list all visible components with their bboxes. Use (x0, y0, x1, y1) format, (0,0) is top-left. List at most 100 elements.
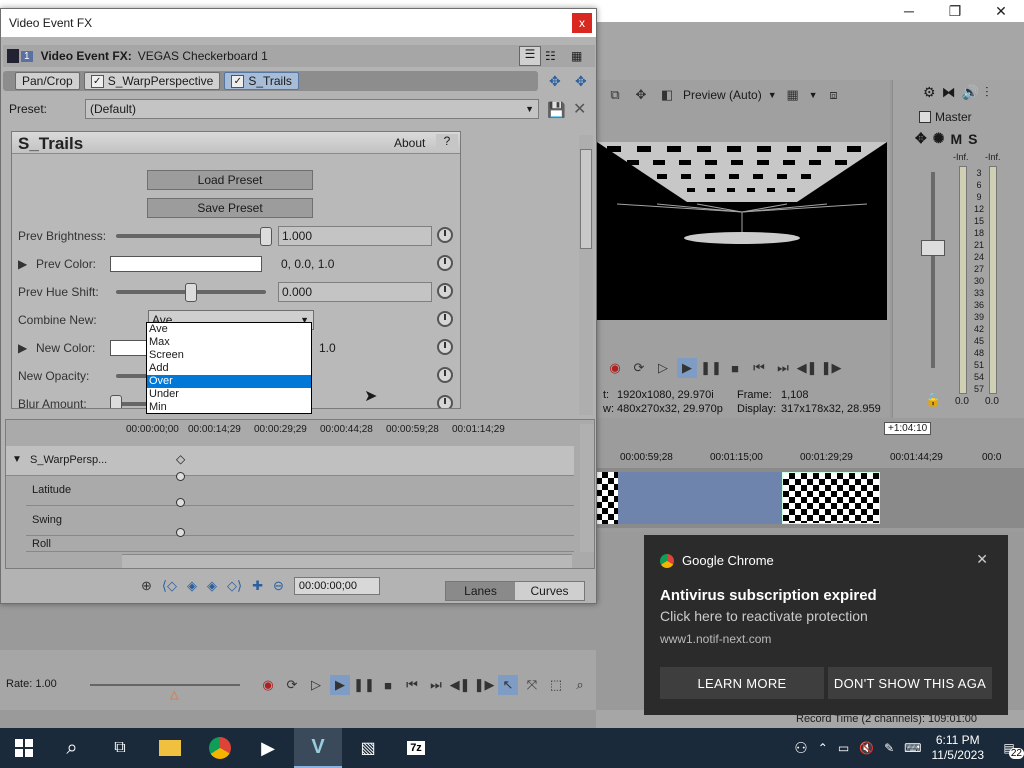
animate-clock-icon[interactable] (437, 311, 453, 327)
animate-clock-icon[interactable] (437, 367, 453, 383)
chrome-taskbar-icon[interactable] (196, 728, 244, 768)
keyboard-icon[interactable]: ⌨ (904, 741, 921, 755)
first-keyframe-icon[interactable]: ⟨◇ (162, 578, 177, 594)
network-icon[interactable]: ▭ (838, 741, 849, 755)
notifications-icon[interactable]: ▤ 22 (994, 741, 1024, 759)
edit-tool-icon[interactable]: ↖ (498, 675, 518, 695)
prev-keyframe-icon[interactable]: ◈ (187, 578, 197, 594)
prev-frame-icon[interactable]: ◀❚ (797, 358, 818, 378)
lock-icon[interactable]: 🔒 (925, 392, 941, 408)
vegas-taskbar-icon[interactable]: V (294, 728, 342, 768)
chrome-notification[interactable]: Google Chrome ✕ Antivirus subscription e… (644, 535, 1008, 715)
chevron-up-icon[interactable]: ⌃ (818, 741, 828, 755)
preview-quality-dropdown[interactable]: Preview (Auto) (683, 88, 762, 102)
check-icon[interactable]: ✓ (231, 74, 245, 88)
kf-time-field[interactable]: 00:00:00;00 (293, 577, 380, 595)
plugin-chain-icon[interactable]: ✥ (549, 73, 561, 90)
chain-chip-warp[interactable]: ✓ S_WarpPerspective (83, 72, 221, 90)
restore-icon[interactable]: ❐ (932, 0, 978, 22)
combine-option[interactable]: Ave (147, 323, 311, 336)
next-keyframe-icon[interactable]: ◈ (207, 578, 217, 594)
stop-icon[interactable]: ■ (378, 675, 398, 695)
go-to-start-icon[interactable]: ⏮ (402, 675, 422, 695)
learn-more-button[interactable]: LEARN MORE (660, 667, 824, 699)
animate-clock-icon[interactable] (437, 395, 453, 408)
solo-button[interactable]: S (968, 131, 977, 147)
load-preset-button[interactable]: Load Preset (147, 170, 313, 190)
loop-icon[interactable]: ⟳ (629, 358, 649, 378)
video-track[interactable] (596, 468, 1024, 528)
kf-track-roll[interactable]: Roll (26, 536, 574, 552)
media-player-icon[interactable]: ▶ (244, 728, 292, 768)
move-icon[interactable]: ✥ (915, 130, 927, 147)
mute-button[interactable]: M (950, 131, 962, 147)
event-clip[interactable] (618, 472, 782, 524)
hue-shift-value[interactable]: 0.000 (278, 282, 432, 302)
kf-track-latitude[interactable]: Latitude (26, 472, 574, 507)
split-screen-icon[interactable]: ✥ (631, 85, 651, 105)
tab-lanes[interactable]: Lanes (446, 582, 515, 600)
kf-hscrollbar[interactable] (122, 554, 572, 568)
combine-option[interactable]: Max (147, 336, 311, 349)
animate-clock-icon[interactable] (437, 227, 453, 243)
go-to-start-icon[interactable]: ⏮ (749, 358, 769, 378)
slider-thumb[interactable] (260, 227, 272, 246)
minimize-icon[interactable]: ─ (886, 0, 932, 22)
view-grid-icon[interactable]: ▦ (571, 49, 582, 63)
about-button[interactable]: About (394, 136, 425, 150)
play-from-start-icon[interactable]: ▷ (653, 358, 673, 378)
combine-option[interactable]: Under (147, 388, 311, 401)
7zip-icon[interactable]: 7z (392, 728, 440, 768)
add-keyframe-icon[interactable]: ✚ (252, 578, 263, 594)
animate-clock-icon[interactable] (437, 339, 453, 355)
chain-chip-trails[interactable]: ✓ S_Trails (224, 72, 299, 90)
people-icon[interactable]: ⚇ (794, 739, 807, 757)
combine-option[interactable]: Over (147, 375, 311, 388)
eq-icon[interactable]: ⫶ (985, 84, 989, 101)
collapse-triangle-icon[interactable]: ▼ (12, 454, 22, 465)
save-preset-icon[interactable]: 💾 (547, 101, 566, 119)
checker-clip[interactable] (782, 472, 880, 524)
close-icon[interactable]: ✕ (978, 0, 1024, 22)
dont-show-button[interactable]: DON'T SHOW THIS AGA (828, 667, 992, 699)
selection-tool-icon[interactable]: ⬚ (546, 675, 566, 695)
speaker-icon[interactable]: 🔊 (962, 84, 979, 101)
chain-chip-panel-crop[interactable]: Pan/Crop (15, 72, 80, 90)
file-explorer-icon[interactable] (146, 728, 194, 768)
brightness-slider[interactable] (116, 234, 266, 238)
next-frame-icon[interactable]: ❚▶ (474, 675, 495, 695)
brightness-value[interactable]: 1.000 (278, 226, 432, 246)
external-monitor-icon[interactable]: ◧ (657, 85, 677, 105)
next-frame-icon[interactable]: ❚▶ (821, 358, 842, 378)
pause-icon[interactable]: ❚❚ (700, 358, 722, 378)
fx-icon[interactable]: ✺ (933, 130, 945, 147)
timeline-ruler[interactable]: 00:00:59;28 00:01:15;00 00:01:29;29 00:0… (596, 448, 1024, 468)
go-to-end-icon[interactable]: ⏭ (773, 358, 793, 378)
save-preset-button[interactable]: Save Preset (147, 198, 313, 218)
zoom-tool-icon[interactable]: ⌕ (570, 675, 590, 695)
gear-icon[interactable]: ⚙ (923, 84, 936, 101)
chevron-down-icon[interactable]: ▼ (809, 90, 818, 100)
prev-color-swatch[interactable] (110, 256, 262, 272)
pause-icon[interactable]: ❚❚ (353, 675, 375, 695)
preset-dropdown[interactable]: (Default) ▼ (85, 99, 539, 119)
loop-icon[interactable]: ⟳ (282, 675, 302, 695)
preview-props-icon[interactable]: ⧉ (605, 85, 625, 105)
scroll-thumb[interactable] (580, 149, 592, 249)
params-scrollbar[interactable] (579, 135, 593, 415)
slider-thumb[interactable] (110, 395, 122, 408)
chevron-down-icon[interactable]: ▼ (768, 90, 777, 100)
sync-cursor-icon[interactable]: ⊕ (141, 578, 152, 594)
search-icon[interactable]: ⌕ (48, 728, 96, 768)
prev-frame-icon[interactable]: ◀❚ (450, 675, 471, 695)
combine-option[interactable]: Screen (147, 349, 311, 362)
record-icon[interactable]: ◉ (258, 675, 278, 695)
play-from-start-icon[interactable]: ▷ (306, 675, 326, 695)
view-list-icon[interactable]: ☰ (519, 46, 541, 66)
kf-track-main[interactable]: ▼ S_WarpPersp... ◇ (6, 446, 574, 476)
animate-clock-icon[interactable] (437, 255, 453, 271)
kf-vscrollbar[interactable] (580, 424, 594, 552)
task-view-icon[interactable]: ⧉ (96, 728, 144, 768)
help-button[interactable]: ? (436, 134, 458, 151)
rate-slider[interactable] (90, 684, 240, 686)
